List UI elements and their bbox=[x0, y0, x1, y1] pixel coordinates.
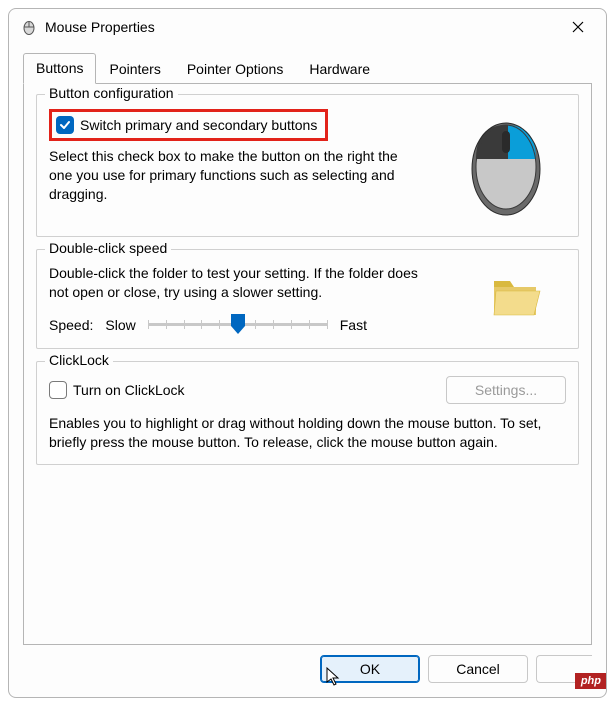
watermark-badge: php bbox=[575, 673, 607, 689]
clicklock-settings-button: Settings... bbox=[446, 376, 566, 404]
slow-label: Slow bbox=[105, 317, 135, 333]
close-icon bbox=[572, 21, 584, 33]
highlight-box: Switch primary and secondary buttons bbox=[49, 109, 328, 141]
fast-label: Fast bbox=[340, 317, 367, 333]
titlebar: Mouse Properties bbox=[9, 9, 606, 45]
close-button[interactable] bbox=[558, 12, 598, 42]
tab-bar: Buttons Pointers Pointer Options Hardwar… bbox=[23, 53, 594, 83]
double-click-speed-group: Double-click speed Double-click the fold… bbox=[36, 249, 579, 349]
tab-pointer-options[interactable]: Pointer Options bbox=[174, 53, 297, 83]
mouse-icon bbox=[19, 19, 39, 35]
group-title: ClickLock bbox=[45, 352, 113, 368]
clicklock-description: Enables you to highlight or drag without… bbox=[49, 414, 566, 452]
tab-pointers[interactable]: Pointers bbox=[96, 53, 173, 83]
check-icon bbox=[59, 119, 71, 131]
dialog-button-row: OK Cancel php bbox=[9, 655, 606, 697]
cancel-button[interactable]: Cancel bbox=[428, 655, 528, 683]
clicklock-group: ClickLock Turn on ClickLock Settings... … bbox=[36, 361, 579, 465]
switch-buttons-label: Switch primary and secondary buttons bbox=[80, 117, 317, 133]
double-click-speed-slider[interactable] bbox=[148, 314, 328, 336]
group-title: Button configuration bbox=[45, 85, 178, 101]
clicklock-checkbox[interactable] bbox=[49, 381, 67, 399]
folder-icon[interactable] bbox=[488, 273, 544, 326]
tab-panel-buttons: Button configuration Switch primary and … bbox=[23, 83, 592, 645]
mouse-illustration-icon bbox=[461, 109, 551, 224]
ok-button[interactable]: OK bbox=[320, 655, 420, 683]
tab-hardware[interactable]: Hardware bbox=[296, 53, 383, 83]
speed-label: Speed: bbox=[49, 317, 93, 333]
tab-buttons[interactable]: Buttons bbox=[23, 53, 96, 84]
group-title: Double-click speed bbox=[45, 240, 171, 256]
mouse-properties-window: Mouse Properties Buttons Pointers Pointe… bbox=[8, 8, 607, 698]
clicklock-label: Turn on ClickLock bbox=[73, 382, 185, 398]
window-title: Mouse Properties bbox=[45, 19, 155, 35]
double-click-description: Double-click the folder to test your set… bbox=[49, 264, 429, 302]
button-configuration-group: Button configuration Switch primary and … bbox=[36, 94, 579, 237]
switch-buttons-checkbox[interactable] bbox=[56, 116, 74, 134]
button-config-description: Select this check box to make the button… bbox=[49, 147, 409, 204]
slider-thumb-icon bbox=[229, 312, 247, 336]
